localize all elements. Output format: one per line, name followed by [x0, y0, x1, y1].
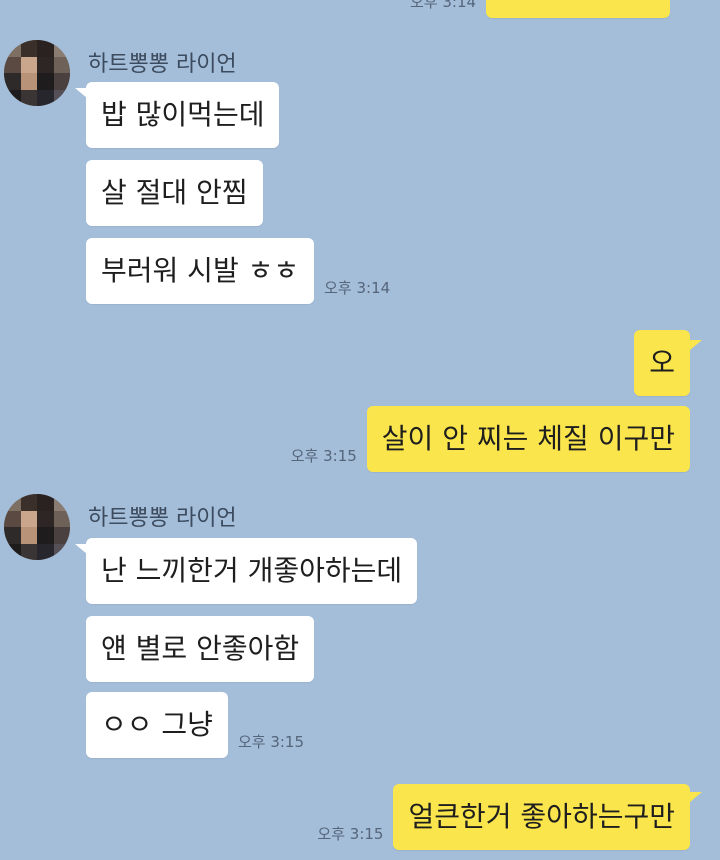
incoming-message-row: 밥 많이먹는데: [86, 82, 280, 148]
incoming-message-row: 난 느끼한거 개좋아하는데: [86, 538, 418, 604]
outgoing-message-row: 오후 3:14: [400, 0, 671, 18]
sender-name: 하트뽕뽕 라이언: [88, 506, 237, 531]
message-timestamp: 오후 3:15: [290, 447, 357, 465]
outgoing-message-row: 오후 3:15 살이 안 찌는 체질 이구만: [281, 406, 690, 472]
outgoing-bubble[interactable]: 오: [634, 330, 690, 396]
incoming-message-row: ㅇㅇ 그냥 오후 3:15: [86, 692, 314, 758]
message-timestamp: 오후 3:15: [317, 825, 384, 843]
incoming-bubble[interactable]: ㅇㅇ 그냥: [86, 692, 228, 758]
chat-screen: 오후 3:14 하트뽕뽕 라이언 밥 많이먹는데 살 절대 안찜 부러워 시발 …: [0, 0, 720, 860]
message-timestamp: 오후 3:14: [410, 0, 477, 11]
incoming-bubble[interactable]: 부러워 시발 ㅎㅎ: [86, 238, 315, 304]
outgoing-bubble[interactable]: 살이 안 찌는 체질 이구만: [366, 406, 690, 472]
sender-name: 하트뽕뽕 라이언: [88, 52, 237, 77]
sender-avatar[interactable]: [4, 40, 70, 106]
incoming-bubble[interactable]: 밥 많이먹는데: [86, 82, 280, 148]
incoming-message-row: 부러워 시발 ㅎㅎ 오후 3:14: [86, 238, 400, 304]
message-timestamp: 오후 3:15: [237, 733, 305, 751]
bubble-tail: [690, 792, 702, 802]
incoming-bubble[interactable]: 살 절대 안찜: [86, 160, 263, 226]
outgoing-message-row: 오: [634, 330, 690, 396]
incoming-message-row: 살 절대 안찜: [86, 160, 263, 226]
incoming-bubble[interactable]: 난 느끼한거 개좋아하는데: [86, 538, 418, 604]
incoming-bubble[interactable]: 얜 별로 안좋아함: [86, 616, 315, 682]
message-timestamp: 오후 3:14: [324, 279, 391, 297]
incoming-message-row: 얜 별로 안좋아함: [86, 616, 315, 682]
outgoing-message-row: 오후 3:15 얼큰한거 좋아하는구만: [307, 784, 690, 850]
outgoing-bubble-clipped[interactable]: [486, 0, 671, 18]
outgoing-bubble[interactable]: 얼큰한거 좋아하는구만: [393, 784, 690, 850]
bubble-tail: [690, 340, 702, 350]
sender-avatar[interactable]: [4, 494, 70, 560]
